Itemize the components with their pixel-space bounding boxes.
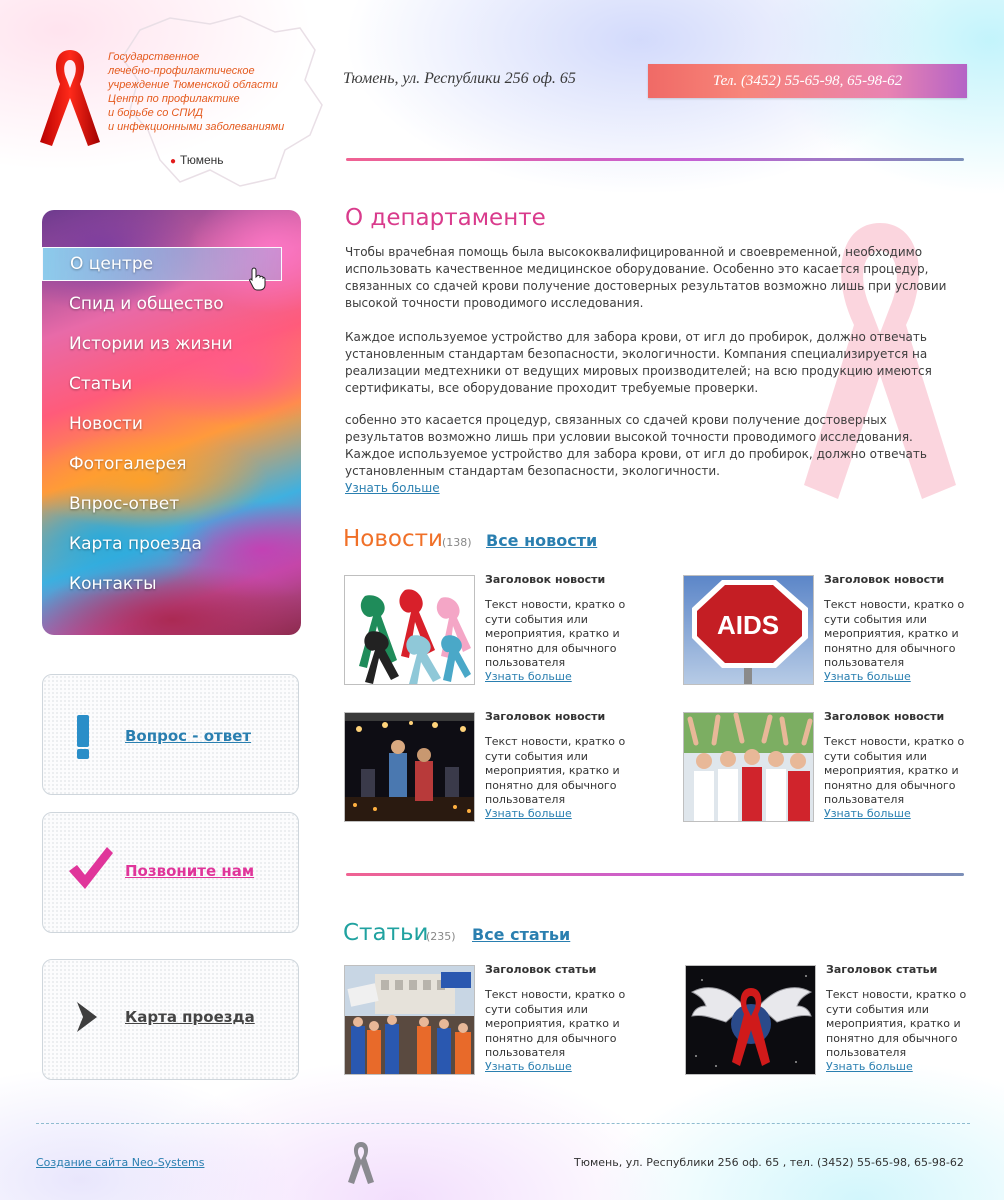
news-read-more-link[interactable]: Узнать больше xyxy=(824,670,911,683)
news-thumbnail[interactable]: AIDS xyxy=(683,575,814,685)
menu-item-aids-society[interactable]: Спид и общество xyxy=(42,287,282,321)
exclamation-icon xyxy=(77,715,89,759)
article-summary: Текст новости, кратко о сути события или… xyxy=(485,988,626,1059)
intro-paragraph-1: Чтобы врачебная помощь была высококвалиф… xyxy=(345,245,947,310)
news-thumbnail[interactable] xyxy=(683,712,814,822)
site-credit-link[interactable]: Создание сайта Neo-Systems xyxy=(36,1156,204,1169)
news-headline[interactable]: Заголовок новости xyxy=(485,710,605,723)
menu-item-life-stories[interactable]: Истории из жизни xyxy=(42,327,282,361)
header-address: Тюмень, ул. Республики 256 оф. 65 xyxy=(343,70,576,87)
article-summary: Текст новости, кратко о сути события или… xyxy=(826,988,967,1059)
news-headline[interactable]: Заголовок новости xyxy=(824,573,944,586)
news-section-title: Новости xyxy=(343,526,443,552)
news-headline[interactable]: Заголовок новости xyxy=(824,710,944,723)
intro-paragraph-2: Каждое используемое устройство для забор… xyxy=(345,330,932,395)
street-rally-image xyxy=(345,966,474,1074)
call-us-link[interactable]: Позвоните нам xyxy=(125,862,254,880)
news-read-more-link[interactable]: Узнать больше xyxy=(824,807,911,820)
cheering-crowd-image xyxy=(684,713,813,821)
concert-stage-image xyxy=(345,713,474,821)
intro-paragraph-3: собенно это касается процедур, связанных… xyxy=(345,413,927,478)
news-summary: Текст новости, кратко о сути события или… xyxy=(824,598,965,669)
organization-name: Государственное лечебно-профилактическое… xyxy=(108,51,285,133)
news-summary: Текст новости, кратко о сути события или… xyxy=(485,598,626,669)
page-title: О департаменте xyxy=(345,205,546,231)
news-headline[interactable]: Заголовок новости xyxy=(485,573,605,586)
news-read-more-link[interactable]: Узнать больше xyxy=(485,807,572,820)
news-thumbnail[interactable] xyxy=(344,712,475,822)
hand-cursor-icon xyxy=(249,267,266,291)
location-dot-icon: ● xyxy=(170,156,177,167)
article-headline[interactable]: Заголовок статьи xyxy=(826,963,937,976)
winged-ribbon-image xyxy=(686,966,815,1074)
article-read-more-link[interactable]: Узнать больше xyxy=(485,1060,572,1073)
article-thumbnail[interactable] xyxy=(685,965,816,1075)
section-divider xyxy=(346,873,964,876)
faq-link[interactable]: Вопрос - ответ xyxy=(125,727,251,745)
red-ribbon-logo-icon xyxy=(40,50,100,146)
chevron-right-icon xyxy=(77,1002,97,1032)
news-thumbnail[interactable] xyxy=(344,575,475,685)
articles-count: (235) xyxy=(426,930,456,943)
all-articles-link[interactable]: Все статьи xyxy=(472,925,570,944)
news-summary: Текст новости, кратко о сути события или… xyxy=(824,735,965,806)
article-read-more-link[interactable]: Узнать больше xyxy=(826,1060,913,1073)
article-thumbnail[interactable] xyxy=(344,965,475,1075)
city-name: Тюмень xyxy=(180,153,224,167)
all-news-link[interactable]: Все новости xyxy=(486,531,597,550)
aids-sign-text: AIDS xyxy=(717,610,779,640)
articles-section-title: Статьи xyxy=(343,920,429,946)
read-more-link[interactable]: Узнать больше xyxy=(345,481,440,495)
menu-item-contacts[interactable]: Контакты xyxy=(42,567,282,601)
menu-item-faq[interactable]: Впрос-ответ xyxy=(42,487,282,521)
grey-ribbon-icon xyxy=(348,1142,374,1184)
checkmark-icon xyxy=(69,847,113,889)
header-phone: Тел. (3452) 55-65-98, 65-98-62 xyxy=(648,64,967,98)
aids-stop-sign-image: AIDS xyxy=(684,576,813,684)
awareness-ribbons-image xyxy=(345,576,474,684)
directions-link[interactable]: Карта проезда xyxy=(125,1008,255,1026)
faq-box[interactable]: Вопрос - ответ xyxy=(42,674,299,795)
footer-divider xyxy=(36,1123,970,1124)
menu-item-gallery[interactable]: Фотогалерея xyxy=(42,447,282,481)
news-summary: Текст новости, кратко о сути события или… xyxy=(485,735,626,806)
menu-item-directions[interactable]: Карта проезда xyxy=(42,527,282,561)
news-read-more-link[interactable]: Узнать больше xyxy=(485,670,572,683)
directions-box[interactable]: Карта проезда xyxy=(42,959,299,1080)
footer-address: Тюмень, ул. Республики 256 оф. 65 , тел.… xyxy=(574,1156,964,1169)
city-label: ● Тюмень xyxy=(170,153,224,167)
call-us-box[interactable]: Позвоните нам xyxy=(42,812,299,933)
article-headline[interactable]: Заголовок статьи xyxy=(485,963,596,976)
header-divider xyxy=(346,158,964,161)
menu-item-articles[interactable]: Статьи xyxy=(42,367,282,401)
news-count: (138) xyxy=(442,536,472,549)
menu-item-about[interactable]: О центре xyxy=(42,247,282,281)
menu-item-news[interactable]: Новости xyxy=(42,407,282,441)
